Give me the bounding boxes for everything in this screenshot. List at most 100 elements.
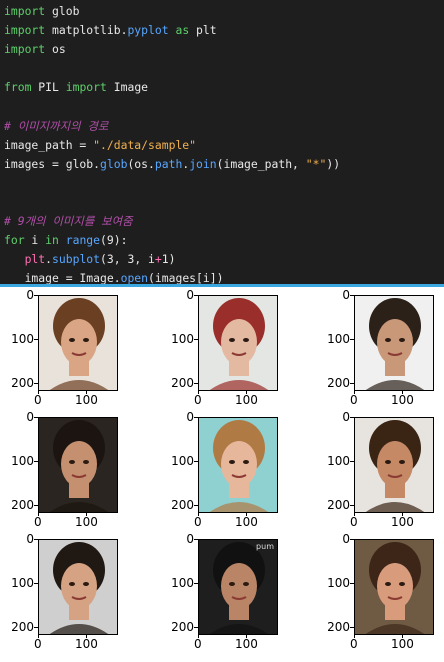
ytick-mark	[350, 295, 354, 296]
xtick-mark	[354, 391, 355, 394]
xtick-label: 0	[194, 515, 202, 529]
xtick-mark	[38, 391, 39, 394]
xtick-mark	[354, 635, 355, 638]
ytick-label: 100	[327, 332, 350, 346]
code-cell[interactable]: import glob import matplotlib.pyplot as p…	[0, 0, 444, 343]
ytick-mark	[350, 417, 354, 418]
ytick-mark	[34, 461, 38, 462]
xtick-label: 0	[350, 393, 358, 407]
xtick-label: 100	[391, 515, 414, 529]
ytick-label: 200	[11, 376, 34, 390]
ytick-label: 0	[342, 410, 350, 424]
ytick-label: 0	[26, 532, 34, 546]
ytick-mark	[194, 417, 198, 418]
ytick-label: 100	[171, 454, 194, 468]
subplot: 0 100 200 0 100	[0, 531, 140, 651]
code-token: # 9개의 이미지를 보여줌	[4, 214, 133, 229]
code-token: Image	[106, 80, 149, 95]
xtick-mark	[198, 513, 199, 516]
code-token: image_path =	[4, 137, 94, 152]
code-token: (os.	[127, 156, 155, 171]
code-token: as	[168, 23, 197, 38]
code-token: in	[45, 233, 59, 248]
code-token: (image_path,	[216, 156, 306, 171]
ytick-label: 200	[327, 498, 350, 512]
code-line: import glob	[4, 2, 444, 21]
ytick-mark	[350, 583, 354, 584]
code-token: images = glob.	[4, 156, 101, 171]
code-token: range	[65, 233, 101, 248]
portrait-3-image	[354, 295, 434, 391]
xtick-label: 0	[350, 515, 358, 529]
xtick-mark	[38, 513, 39, 516]
xtick-mark	[246, 513, 247, 516]
portrait-9-image	[354, 539, 434, 635]
output-area: 0 100 200 0 100 0 100 200 0 100 0 100 200 0 100 0 100 200…	[0, 287, 444, 662]
ytick-mark	[350, 339, 354, 340]
ytick-label: 100	[11, 332, 34, 346]
portrait-1-image	[38, 295, 118, 391]
code-line: from PIL import Image	[4, 78, 444, 97]
ytick-mark	[350, 461, 354, 462]
code-token: pyplot	[127, 23, 169, 38]
code-token: os	[45, 42, 66, 57]
subplot: 0 100 200 0 100	[160, 409, 300, 529]
ytick-mark	[350, 539, 354, 540]
xtick-mark	[246, 635, 247, 638]
code-token: import	[65, 80, 107, 95]
portrait-2-image	[198, 295, 278, 391]
ytick-mark	[34, 339, 38, 340]
xtick-label: 0	[194, 393, 202, 407]
code-token: plt	[196, 23, 217, 38]
image-watermark: pum	[256, 542, 274, 551]
ytick-mark	[194, 339, 198, 340]
xtick-mark	[198, 635, 199, 638]
code-token: "./data/sample"	[93, 137, 197, 152]
ytick-mark	[194, 539, 198, 540]
xtick-label: 0	[34, 637, 42, 651]
xtick-mark	[402, 635, 403, 638]
code-token: glob	[100, 156, 128, 171]
xtick-label: 0	[194, 637, 202, 651]
code-line: import matplotlib.pyplot as plt	[4, 21, 444, 40]
code-token: import	[4, 23, 46, 38]
code-token: path	[154, 156, 183, 171]
portrait-4-image	[38, 417, 118, 513]
portrait-8-image: pum	[198, 539, 278, 635]
code-token: join	[189, 156, 217, 171]
ytick-mark	[194, 461, 198, 462]
ytick-mark	[194, 383, 198, 384]
code-line: images = glob.glob(os.path.join(image_pa…	[4, 155, 444, 174]
xtick-mark	[86, 391, 87, 394]
xtick-mark	[354, 513, 355, 516]
xtick-mark	[402, 391, 403, 394]
code-token: .	[45, 252, 53, 267]
xtick-mark	[86, 513, 87, 516]
ytick-label: 0	[342, 532, 350, 546]
ytick-mark	[194, 505, 198, 506]
code-token: PIL	[31, 80, 66, 95]
ytick-label: 100	[171, 332, 194, 346]
xtick-mark	[198, 391, 199, 394]
code-line: # 9개의 이미지를 보여줌	[4, 212, 444, 231]
xtick-label: 100	[391, 637, 414, 651]
ytick-mark	[34, 505, 38, 506]
ytick-label: 0	[186, 288, 194, 302]
ytick-label: 200	[11, 498, 34, 512]
code-token: ))	[326, 156, 341, 171]
code-token: subplot	[52, 252, 101, 267]
subplot: 0 100 200 0 100	[316, 287, 444, 407]
ytick-label: 0	[186, 532, 194, 546]
ytick-label: 100	[327, 576, 350, 590]
ytick-mark	[34, 417, 38, 418]
subplot: pum 0 100 200 0 100	[160, 531, 300, 651]
ytick-label: 100	[11, 576, 34, 590]
code-token: import	[4, 42, 46, 57]
ytick-mark	[34, 383, 38, 384]
xtick-label: 100	[75, 637, 98, 651]
